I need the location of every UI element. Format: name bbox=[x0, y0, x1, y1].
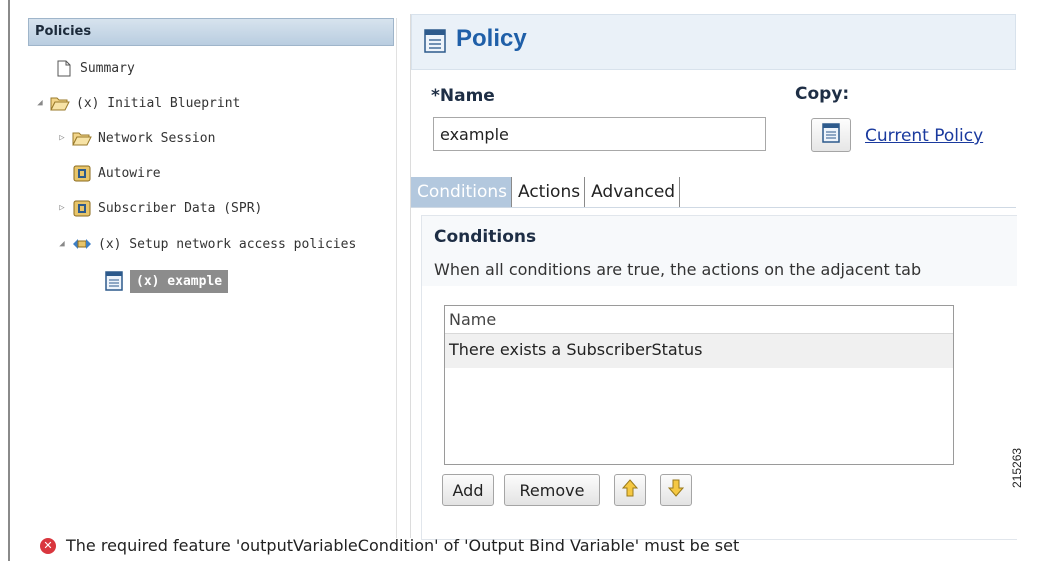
figure-number: 215263 bbox=[1010, 447, 1024, 488]
tree-header: Policies bbox=[28, 18, 394, 46]
current-policy-link[interactable]: Current Policy bbox=[865, 126, 983, 146]
conditions-panel: Conditions When all conditions are true,… bbox=[421, 215, 1017, 540]
error-icon: ✕ bbox=[40, 537, 56, 554]
network-icon bbox=[72, 235, 92, 253]
tree-item-autowire[interactable]: Autowire bbox=[72, 160, 161, 186]
policy-editor: Policy *Name Copy: Current Policy Condit… bbox=[410, 14, 1017, 540]
collapsed-arrow-icon[interactable]: ▷ bbox=[56, 203, 68, 213]
validation-error: ✕ The required feature 'outputVariableCo… bbox=[40, 536, 739, 555]
policies-tree-panel: Policies Summary ◢ (x) Initial Blueprint… bbox=[24, 18, 397, 538]
move-up-button[interactable] bbox=[614, 474, 646, 506]
tree-item-label: Subscriber Data (SPR) bbox=[98, 200, 263, 216]
policy-icon bbox=[424, 29, 446, 57]
policy-icon bbox=[822, 123, 840, 147]
editor-tabs: Conditions Actions Advanced bbox=[411, 177, 681, 207]
add-button[interactable]: Add bbox=[442, 474, 494, 506]
conditions-description: When all conditions are true, the action… bbox=[434, 260, 922, 279]
open-folder-icon bbox=[50, 94, 70, 112]
column-header-name[interactable]: Name bbox=[445, 306, 953, 334]
error-message: The required feature 'outputVariableCond… bbox=[66, 536, 740, 555]
page-icon bbox=[54, 59, 74, 77]
collapsed-arrow-icon[interactable]: ▷ bbox=[56, 133, 68, 143]
module-icon bbox=[72, 164, 92, 182]
move-down-button[interactable] bbox=[660, 474, 692, 506]
tab-divider bbox=[411, 207, 1016, 208]
tree-item-label: (x) example bbox=[130, 269, 229, 293]
conditions-table: Name There exists a SubscriberStatus bbox=[444, 305, 954, 465]
tree-item-label: (x) Initial Blueprint bbox=[76, 95, 241, 111]
tab-conditions[interactable]: Conditions bbox=[411, 177, 512, 207]
tree-item-label: Summary bbox=[80, 60, 135, 76]
folder-icon bbox=[72, 129, 92, 147]
name-field[interactable] bbox=[433, 117, 766, 151]
table-row[interactable]: There exists a SubscriberStatus bbox=[445, 334, 953, 368]
page-title: Policy bbox=[456, 25, 527, 52]
name-label: *Name bbox=[431, 86, 495, 106]
expanded-arrow-icon[interactable]: ◢ bbox=[34, 98, 46, 108]
window-left-border bbox=[8, 0, 10, 561]
copy-label: Copy: bbox=[795, 84, 850, 104]
tree-item-subscriber-data[interactable]: ▷ Subscriber Data (SPR) bbox=[56, 195, 262, 221]
conditions-title: Conditions bbox=[434, 227, 537, 247]
tree-item-label: Autowire bbox=[98, 165, 161, 181]
copy-policy-button[interactable] bbox=[811, 118, 851, 152]
module-icon bbox=[72, 199, 92, 217]
editor-title-bar: Policy bbox=[411, 14, 1016, 70]
arrow-up-icon bbox=[621, 479, 639, 501]
tree-item-setup-network-access-policies[interactable]: ◢ (x) Setup network access policies bbox=[56, 231, 356, 257]
tree-item-summary[interactable]: Summary bbox=[54, 55, 135, 81]
tree-item-network-session[interactable]: ▷ Network Session bbox=[56, 125, 215, 151]
tree-item-initial-blueprint[interactable]: ◢ (x) Initial Blueprint bbox=[34, 90, 240, 116]
policy-icon bbox=[104, 271, 124, 291]
tab-actions[interactable]: Actions bbox=[512, 177, 586, 207]
remove-button[interactable]: Remove bbox=[504, 474, 600, 506]
arrow-down-icon bbox=[667, 479, 685, 501]
tree-item-label: Network Session bbox=[98, 130, 216, 146]
tree-item-example[interactable]: (x) example bbox=[104, 266, 229, 296]
expanded-arrow-icon[interactable]: ◢ bbox=[56, 239, 68, 249]
tab-advanced[interactable]: Advanced bbox=[585, 177, 681, 207]
tree-item-label: (x) Setup network access policies bbox=[98, 236, 357, 252]
